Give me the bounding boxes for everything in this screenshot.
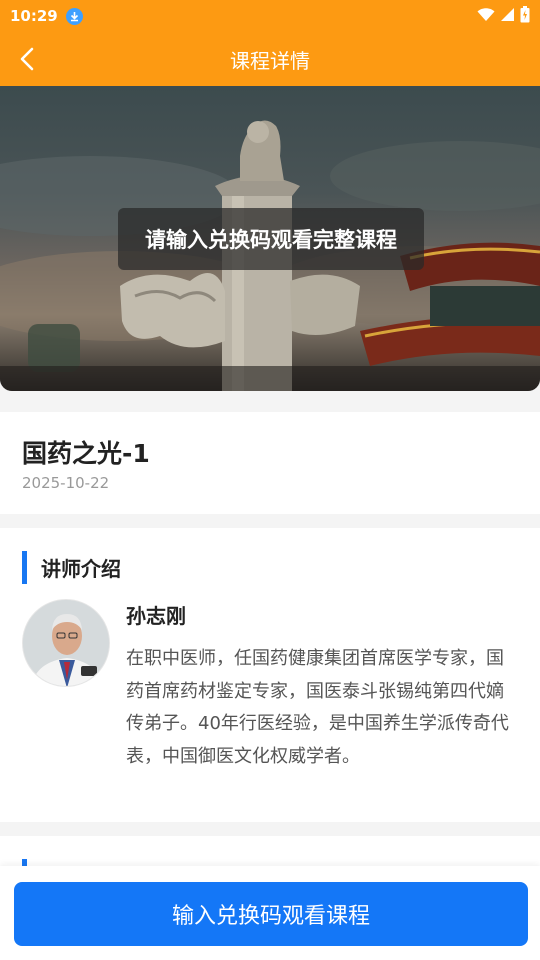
video-player[interactable]: 请输入兑换码观看完整课程 bbox=[0, 86, 540, 391]
title-bar: 课程详情 bbox=[0, 32, 540, 86]
video-overlay: 请输入兑换码观看完整课程 bbox=[118, 208, 424, 270]
lecturer-section: 讲师介绍 孙志刚 在职中医师，任国药健康集团首席医学专家，国药首席药材鉴定专家，… bbox=[0, 528, 540, 822]
status-bar: 10:29 bbox=[0, 0, 540, 32]
lecturer-description: 在职中医师，任国药健康集团首席医学专家，国药首席药材鉴定专家，国医泰斗张锡纯第四… bbox=[126, 648, 509, 767]
course-date: 2025-10-22 bbox=[22, 474, 110, 492]
lecturer-section-title: 讲师介绍 bbox=[41, 556, 121, 581]
avatar bbox=[22, 599, 110, 687]
chevron-left-icon bbox=[20, 47, 34, 71]
wifi-icon bbox=[477, 7, 495, 26]
course-info-card: 国药之光-1 2025-10-22 bbox=[0, 412, 540, 514]
redeem-button-label: 输入兑换码观看课程 bbox=[171, 904, 370, 929]
redeem-code-button[interactable]: 输入兑换码观看课程 bbox=[14, 882, 528, 946]
page-title: 课程详情 bbox=[230, 48, 310, 73]
seal-logo-icon bbox=[28, 324, 80, 372]
lecturer-name: 孙志刚 bbox=[126, 604, 186, 628]
lecturer-info: 孙志刚 在职中医师，任国药健康集团首席医学专家，国药首席药材鉴定专家，国医泰斗张… bbox=[126, 599, 518, 773]
video-overlay-text: 请输入兑换码观看完整课程 bbox=[145, 228, 397, 252]
download-icon bbox=[65, 7, 83, 25]
status-time: 10:29 bbox=[10, 7, 58, 25]
course-title: 国药之光-1 bbox=[22, 439, 150, 468]
lecturer-row: 孙志刚 在职中医师，任国药健康集团首席医学专家，国药首席药材鉴定专家，国医泰斗张… bbox=[22, 599, 518, 773]
lecturer-section-header: 讲师介绍 bbox=[22, 550, 518, 584]
bottom-action-bar: 输入兑换码观看课程 bbox=[0, 866, 540, 960]
back-button[interactable] bbox=[10, 42, 44, 76]
signal-icon bbox=[500, 7, 515, 26]
section-accent-bar bbox=[22, 550, 27, 584]
battery-icon bbox=[520, 5, 530, 27]
